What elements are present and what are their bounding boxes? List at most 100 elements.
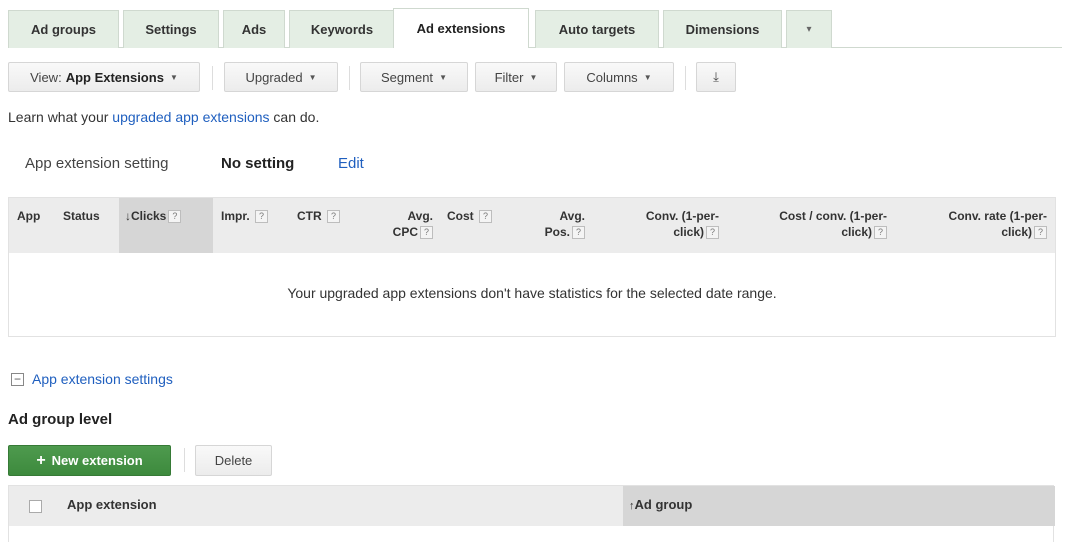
col-label: Ad group bbox=[634, 497, 693, 512]
app-extension-settings-link[interactable]: App extension settings bbox=[32, 371, 173, 387]
col-clicks[interactable]: ↓Clicks? bbox=[125, 208, 182, 224]
download-icon: ⤓ bbox=[713, 69, 719, 84]
tab-label: Ad extensions bbox=[416, 21, 506, 36]
col-cost-per-conv[interactable]: Cost / conv. (1-per- click)? bbox=[731, 208, 887, 240]
col-avg-cpc[interactable]: Avg. CPC? bbox=[377, 208, 433, 240]
upgraded-dropdown[interactable]: Upgraded ▼ bbox=[224, 62, 338, 92]
app-extension-setting-label: App extension setting bbox=[25, 155, 169, 172]
app-extension-settings-toggle[interactable]: − App extension settings bbox=[11, 371, 173, 387]
delete-button[interactable]: Delete bbox=[195, 445, 272, 476]
col-label: Cost / conv. (1-per- bbox=[779, 209, 887, 223]
col-label: click) bbox=[1001, 225, 1032, 239]
learn-suffix: can do. bbox=[269, 109, 320, 125]
view-dropdown[interactable]: View: App Extensions ▼ bbox=[8, 62, 200, 92]
col-label: Avg. bbox=[559, 209, 585, 223]
new-extension-label: New extension bbox=[51, 453, 143, 468]
collapse-icon[interactable]: − bbox=[11, 372, 24, 386]
upgraded-label: Upgraded bbox=[245, 69, 303, 85]
extensions-table: App extension ↑Ad group bbox=[8, 485, 1055, 542]
select-all-checkbox[interactable] bbox=[29, 500, 42, 513]
tab-label: Keywords bbox=[310, 22, 374, 37]
col-label: Cost bbox=[447, 209, 474, 223]
tab-ad-extensions[interactable]: Ad extensions bbox=[393, 8, 529, 48]
col-label: click) bbox=[673, 225, 704, 239]
tab-label: Auto targets bbox=[558, 22, 636, 37]
tab-label: Settings bbox=[145, 22, 197, 37]
chevron-down-icon: ▾ bbox=[806, 24, 812, 35]
col-label: Clicks bbox=[131, 209, 167, 223]
help-icon[interactable]: ? bbox=[706, 226, 719, 240]
col-ad-group[interactable]: ↑Ad group bbox=[629, 497, 692, 512]
help-icon[interactable]: ? bbox=[168, 210, 182, 224]
tab-bar: Ad groups Settings Ads Keywords Ad exten… bbox=[8, 8, 1062, 48]
col-avg-pos[interactable]: Avg. Pos.? bbox=[523, 208, 585, 240]
chevron-down-icon: ▼ bbox=[169, 72, 178, 82]
col-label: Impr. bbox=[221, 209, 250, 223]
tab-dimensions[interactable]: Dimensions bbox=[663, 10, 782, 48]
actions-separator bbox=[184, 448, 185, 472]
tab-settings[interactable]: Settings bbox=[123, 10, 219, 48]
toolbar-separator bbox=[685, 66, 686, 90]
col-label: CPC bbox=[392, 225, 418, 239]
tab-label: Ads bbox=[241, 22, 267, 37]
columns-dropdown[interactable]: Columns ▼ bbox=[564, 62, 674, 92]
tab-auto-targets[interactable]: Auto targets bbox=[535, 10, 659, 48]
view-prefix: View: bbox=[30, 69, 62, 85]
learn-text: Learn what your upgraded app extensions … bbox=[8, 109, 319, 125]
col-label: Avg. bbox=[407, 209, 433, 223]
col-label: CTR bbox=[297, 209, 322, 223]
toolbar-separator bbox=[349, 66, 350, 90]
delete-label: Delete bbox=[214, 453, 253, 468]
help-icon[interactable]: ? bbox=[1034, 226, 1047, 240]
col-ctr[interactable]: CTR ? bbox=[297, 208, 341, 224]
sorted-column-highlight bbox=[119, 198, 213, 253]
learn-prefix: Learn what your bbox=[8, 109, 113, 125]
segment-label: Segment bbox=[381, 69, 434, 85]
col-cost[interactable]: Cost ? bbox=[447, 208, 493, 224]
tab-ads[interactable]: Ads bbox=[223, 10, 285, 48]
more-tabs-dropdown[interactable]: ▾ bbox=[786, 10, 832, 48]
col-label: App bbox=[17, 209, 41, 223]
col-conv-rate[interactable]: Conv. rate (1-per- click)? bbox=[905, 208, 1047, 240]
setting-value: No setting bbox=[221, 155, 295, 172]
tab-ad-groups[interactable]: Ad groups bbox=[8, 10, 119, 48]
col-app-extension[interactable]: App extension bbox=[67, 497, 157, 512]
col-label: Pos. bbox=[544, 225, 570, 239]
toolbar-separator bbox=[212, 66, 213, 90]
col-label: click) bbox=[841, 225, 872, 239]
tab-keywords[interactable]: Keywords bbox=[289, 10, 395, 48]
statistics-table: App Status ↓Clicks? Impr. ? CTR ? Avg. C… bbox=[8, 197, 1056, 337]
chevron-down-icon: ▼ bbox=[308, 72, 317, 82]
download-button[interactable]: ⤓ bbox=[696, 62, 736, 92]
help-icon[interactable]: ? bbox=[255, 210, 269, 224]
segment-dropdown[interactable]: Segment ▼ bbox=[360, 62, 468, 92]
chevron-down-icon: ▼ bbox=[643, 72, 652, 82]
filter-dropdown[interactable]: Filter ▼ bbox=[475, 62, 557, 92]
columns-label: Columns bbox=[586, 69, 638, 85]
help-icon[interactable]: ? bbox=[572, 226, 585, 240]
view-value: App Extensions bbox=[65, 69, 164, 85]
col-impr[interactable]: Impr. ? bbox=[221, 208, 269, 224]
empty-stats-message: Your upgraded app extensions don't have … bbox=[287, 285, 777, 301]
edit-setting-link[interactable]: Edit bbox=[338, 155, 364, 172]
col-label: App extension bbox=[67, 497, 157, 512]
tab-label: Ad groups bbox=[31, 22, 96, 37]
col-label: Conv. (1-per- bbox=[645, 209, 719, 223]
upgraded-app-extensions-link[interactable]: upgraded app extensions bbox=[112, 109, 269, 125]
plus-icon: + bbox=[36, 451, 46, 469]
tab-label: Dimensions bbox=[685, 22, 760, 37]
col-label: Conv. rate (1-per- bbox=[948, 209, 1047, 223]
new-extension-button[interactable]: + New extension bbox=[8, 445, 171, 476]
help-icon[interactable]: ? bbox=[479, 210, 493, 224]
help-icon[interactable]: ? bbox=[420, 226, 433, 240]
chevron-down-icon: ▼ bbox=[439, 72, 447, 82]
col-app[interactable]: App bbox=[17, 208, 40, 224]
col-status[interactable]: Status bbox=[63, 208, 100, 224]
chevron-down-icon: ▼ bbox=[529, 72, 538, 82]
col-conv[interactable]: Conv. (1-per- click)? bbox=[609, 208, 719, 240]
help-icon[interactable]: ? bbox=[327, 210, 341, 224]
filter-label: Filter bbox=[494, 69, 524, 85]
col-label: Status bbox=[63, 209, 100, 223]
section-title: Ad group level bbox=[8, 411, 113, 428]
help-icon[interactable]: ? bbox=[874, 226, 887, 240]
